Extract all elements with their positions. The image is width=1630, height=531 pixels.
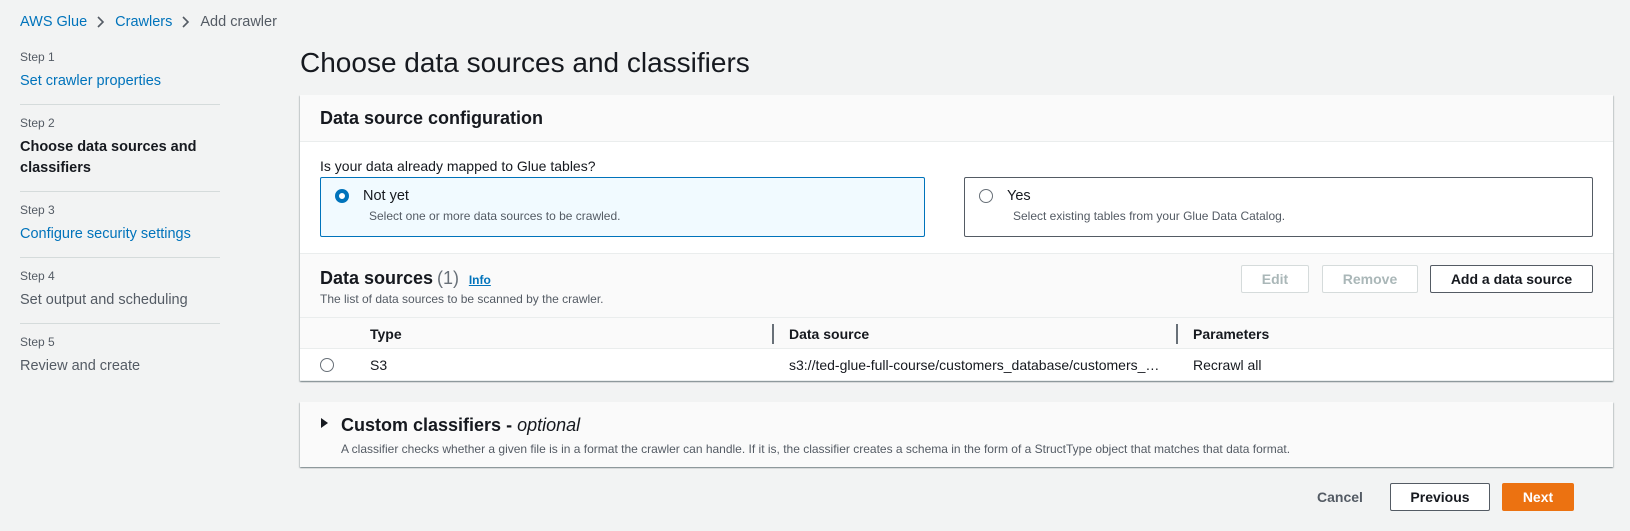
- step-number: Step 1: [20, 50, 55, 64]
- radio-button[interactable]: [979, 189, 993, 203]
- step-label-data-sources: Choose data sources and classifiers: [20, 139, 197, 176]
- info-link[interactable]: Info: [469, 273, 491, 287]
- column-resizer[interactable]: [1176, 324, 1178, 344]
- mapping-question: Is your data already mapped to Glue tabl…: [320, 158, 596, 174]
- step-2: Step 2 Choose data sources and classifie…: [20, 116, 220, 192]
- option-description: Select existing tables from your Glue Da…: [1013, 209, 1286, 223]
- chevron-right-icon: [87, 13, 115, 31]
- data-sources-count: (1): [436, 268, 459, 288]
- step-number: Step 2: [20, 116, 55, 130]
- column-header-data-source[interactable]: Data source: [789, 326, 869, 342]
- page-title: Choose data sources and classifiers: [300, 47, 750, 78]
- option-title: Yes: [1007, 188, 1031, 204]
- step-1: Step 1 Set crawler properties: [20, 50, 220, 105]
- previous-button[interactable]: Previous: [1390, 483, 1490, 511]
- option-description: Select one or more data sources to be cr…: [369, 209, 621, 223]
- wizard-steps: Step 1 Set crawler properties Step 2 Cho…: [20, 50, 220, 400]
- table-row[interactable]: S3 s3://ted-glue-full-course/customers_d…: [300, 349, 1613, 381]
- data-sources-table: Type Data source Parameters S3 s3://ted-…: [300, 317, 1613, 381]
- panel-header: Data source configuration: [300, 95, 1613, 142]
- table-header: Type Data source Parameters: [300, 317, 1613, 349]
- cell-data-source: s3://ted-glue-full-course/customers_data…: [789, 357, 1160, 373]
- column-resizer[interactable]: [772, 324, 774, 344]
- cell-type: S3: [370, 357, 388, 373]
- panel-title: Data source configuration: [320, 108, 544, 128]
- remove-button[interactable]: Remove: [1322, 265, 1418, 293]
- option-title: Not yet: [363, 188, 409, 204]
- classifiers-description: A classifier checks whether a given file…: [341, 442, 1291, 456]
- breadcrumb: AWS Glue Crawlers Add crawler: [20, 13, 277, 31]
- column-header-parameters[interactable]: Parameters: [1193, 326, 1269, 342]
- step-4: Step 4 Set output and scheduling: [20, 269, 220, 324]
- radio-button-checked[interactable]: [335, 189, 349, 203]
- step-number: Step 3: [20, 203, 55, 217]
- row-select-radio[interactable]: [320, 358, 334, 372]
- data-sources-title: Data sources: [320, 268, 434, 288]
- breadcrumb-aws-glue[interactable]: AWS Glue: [20, 14, 87, 30]
- step-number: Step 5: [20, 335, 55, 349]
- data-sources-header: Data sources (1) Info The list of data s…: [320, 268, 604, 306]
- breadcrumb-current: Add crawler: [200, 14, 277, 30]
- classifiers-title[interactable]: Custom classifiers - optional: [341, 415, 580, 436]
- step-label-output-scheduling: Set output and scheduling: [20, 292, 188, 308]
- step-5: Step 5 Review and create: [20, 335, 220, 389]
- step-link-crawler-properties[interactable]: Set crawler properties: [20, 71, 220, 92]
- column-header-type[interactable]: Type: [370, 326, 402, 342]
- option-yes[interactable]: Yes Select existing tables from your Glu…: [964, 177, 1593, 237]
- chevron-right-icon: [172, 13, 200, 31]
- optional-label: optional: [517, 415, 581, 435]
- data-sources-description: The list of data sources to be scanned b…: [320, 292, 604, 306]
- step-3: Step 3 Configure security settings: [20, 203, 220, 258]
- edit-button[interactable]: Edit: [1241, 265, 1309, 293]
- breadcrumb-crawlers[interactable]: Crawlers: [115, 14, 172, 30]
- option-not-yet[interactable]: Not yet Select one or more data sources …: [320, 177, 925, 237]
- custom-classifiers-panel[interactable]: Custom classifiers - optional A classifi…: [300, 402, 1613, 467]
- step-link-security-settings[interactable]: Configure security settings: [20, 224, 220, 245]
- step-label-review-create: Review and create: [20, 358, 141, 374]
- step-number: Step 4: [20, 269, 55, 283]
- next-button[interactable]: Next: [1502, 483, 1574, 511]
- cell-parameters: Recrawl all: [1193, 357, 1262, 373]
- add-data-source-button[interactable]: Add a data source: [1430, 265, 1593, 293]
- cancel-button[interactable]: Cancel: [1301, 483, 1379, 511]
- data-sources-section: Data sources (1) Info The list of data s…: [300, 253, 1613, 381]
- caret-right-icon[interactable]: [321, 418, 328, 428]
- data-source-config-panel: Data source configuration Is your data a…: [300, 95, 1613, 381]
